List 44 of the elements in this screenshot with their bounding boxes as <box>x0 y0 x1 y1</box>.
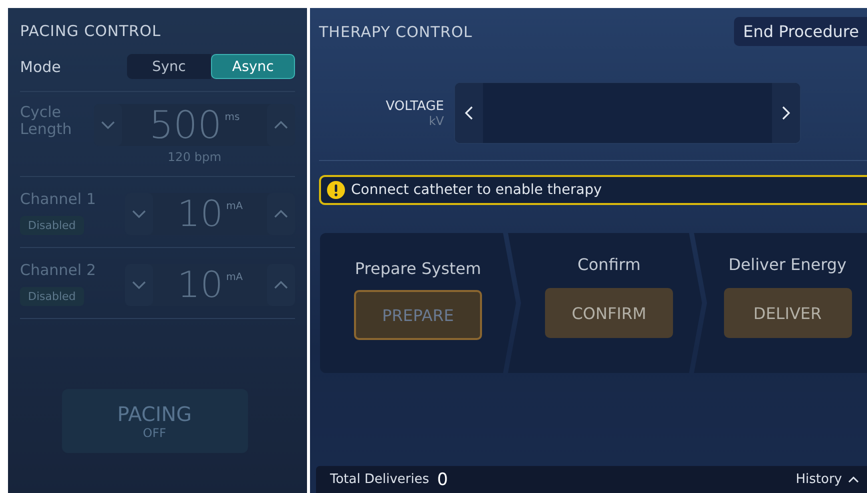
history-button[interactable]: History <box>796 472 859 487</box>
increase-button[interactable] <box>772 83 800 143</box>
chevron-up-icon <box>274 121 288 129</box>
bpm-readout: 120 bpm <box>168 150 222 164</box>
caret-up-icon <box>848 476 859 483</box>
cycle-length-label: Cycle Length <box>20 104 73 137</box>
chevron-down-icon <box>132 210 146 218</box>
unit-label: mA <box>226 272 243 283</box>
step-title: Confirm <box>577 255 641 274</box>
step-title: Deliver Energy <box>728 255 847 274</box>
warning-icon <box>327 181 345 199</box>
step-button[interactable]: CONFIRM <box>545 288 673 338</box>
chevron-right-icon <box>782 106 790 120</box>
decrease-button[interactable] <box>455 83 483 143</box>
mode-option[interactable]: Async <box>211 54 295 79</box>
channel-label: Channel 1 <box>20 191 97 208</box>
unit-label: mA <box>226 201 243 212</box>
increase-button[interactable] <box>267 264 295 306</box>
channel-value: 10 <box>177 194 224 234</box>
status-badge: Disabled <box>20 286 84 306</box>
chevron-up-icon <box>274 210 288 218</box>
chevron-down-icon <box>132 281 146 289</box>
channel-label: Channel 2 <box>20 262 97 278</box>
step-button[interactable]: DELIVER <box>724 288 852 338</box>
panel-title: THERAPY CONTROL <box>319 22 472 40</box>
chevron-down-icon <box>101 121 115 129</box>
deliveries-count: 0 <box>437 470 448 490</box>
chevron-left-icon <box>465 106 473 120</box>
decrease-button[interactable] <box>125 264 153 306</box>
warning-text: Connect catheter to enable therapy <box>351 182 602 198</box>
voltage-label: VOLTAGE <box>386 98 444 114</box>
chevron-up-icon <box>274 281 288 289</box>
unit-label: ms <box>224 112 240 123</box>
mode-option[interactable]: Sync <box>127 54 211 79</box>
end-procedure-button[interactable]: End Procedure <box>734 17 867 46</box>
total-deliveries-label: Total Deliveries <box>330 472 430 487</box>
cycle-length-value: 500 <box>149 103 222 147</box>
step-button[interactable]: PREPARE <box>354 290 482 340</box>
unit-label: kV <box>428 114 444 128</box>
step-title: Prepare System <box>354 259 482 278</box>
status-badge: Disabled <box>20 216 84 234</box>
panel-title: PACING CONTROL <box>20 22 162 40</box>
channel-value: 10 <box>177 264 224 306</box>
mode-label: Mode <box>20 58 61 76</box>
